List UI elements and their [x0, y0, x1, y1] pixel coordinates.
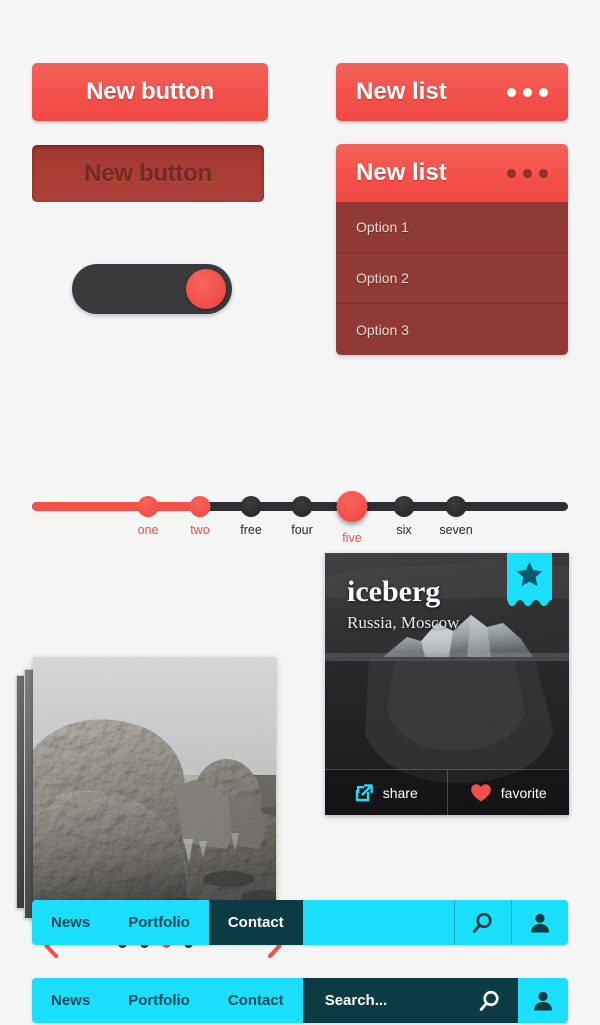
nav-item-portfolio[interactable]: Portfolio [109, 900, 209, 945]
slider-stop-one[interactable] [137, 496, 159, 517]
nav-item-contact-label: Contact [227, 914, 284, 931]
photo-carousel-image[interactable] [33, 657, 276, 921]
slider-track-fill [32, 502, 202, 511]
slider-stop-four[interactable] [291, 496, 313, 517]
ellipsis-icon[interactable] [507, 87, 548, 97]
list-item[interactable]: Option 1 [336, 202, 568, 253]
list-item[interactable]: Option 2 [336, 253, 568, 304]
iceberg-card-title: iceberg [347, 575, 441, 608]
toggle-knob[interactable] [186, 269, 226, 309]
nav-item-contact-label: Contact [227, 992, 284, 1009]
new-list-options: Option 1 Option 2 Option 3 [336, 202, 568, 355]
ribbon-scallop-edge [507, 599, 552, 606]
iceberg-card-subtitle: Russia, Moscow [347, 613, 460, 632]
nav-item-news-label: News [51, 992, 91, 1009]
new-list-expanded-header[interactable]: New list [336, 144, 568, 202]
nav-item-contact[interactable]: Contact [208, 900, 303, 945]
navbar-with-search: News Portfolio Contact Search... [32, 978, 568, 1023]
new-button-pressed-label: New button [84, 159, 212, 187]
share-button-label: share [382, 784, 418, 801]
new-list-expanded: New list Option 1 Option 2 Option 3 [336, 144, 568, 355]
navbar-spacer [303, 900, 454, 945]
nav-item-portfolio-label: Portfolio [128, 992, 190, 1009]
nav-item-contact[interactable]: Contact [209, 978, 303, 1023]
search-button[interactable] [454, 900, 511, 945]
iceberg-card[interactable]: iceberg Russia, Moscow share favorite [325, 553, 569, 815]
slider-label-two: two [190, 523, 210, 537]
slider-stop-free[interactable] [240, 496, 262, 517]
user-icon [531, 913, 549, 932]
list-item-label: Option 2 [356, 270, 409, 286]
slider-label-five: five [342, 531, 362, 545]
new-button-default[interactable]: New button [32, 63, 268, 121]
favorite-button-label: favorite [500, 784, 547, 801]
list-item-label: Option 3 [356, 321, 409, 338]
new-button-default-label: New button [86, 78, 214, 105]
bookmark-ribbon[interactable] [507, 553, 552, 606]
nav-item-news[interactable]: News [32, 900, 109, 945]
heart-icon [470, 783, 491, 801]
photo-carousel [16, 657, 296, 958]
list-item[interactable]: Option 3 [336, 304, 568, 355]
slider-stop-two[interactable] [189, 496, 211, 517]
search-input-placeholder: Search... [324, 992, 388, 1009]
list-item-label: Option 1 [356, 219, 409, 235]
nav-item-news-label: News [51, 914, 91, 931]
navbar-compact: News Portfolio Contact [32, 900, 568, 945]
share-button[interactable]: share [325, 770, 447, 815]
toggle-switch[interactable] [72, 264, 232, 314]
slider-handle-five[interactable] [336, 491, 368, 522]
nav-item-news[interactable]: News [32, 978, 109, 1023]
rocky-coast-photo [33, 657, 276, 921]
share-icon [355, 783, 373, 801]
slider-stop-six[interactable] [393, 496, 415, 517]
slider-label-four: four [291, 523, 313, 537]
new-list-expanded-title: New list [356, 159, 447, 186]
user-icon [534, 991, 553, 1010]
user-button[interactable] [518, 978, 568, 1023]
user-button[interactable] [511, 900, 568, 945]
new-list-collapsed[interactable]: New list [336, 63, 568, 121]
slider-stop-seven[interactable] [445, 496, 467, 517]
slider-label-seven: seven [439, 523, 473, 537]
new-button-pressed[interactable]: New button [32, 145, 264, 202]
iceberg-card-actions: share favorite [325, 769, 569, 815]
nav-item-portfolio-label: Portfolio [128, 914, 190, 931]
search-input[interactable]: Search... [302, 978, 519, 1023]
search-icon [472, 912, 492, 933]
star-icon [516, 562, 543, 586]
search-submit-button[interactable] [478, 989, 502, 1013]
iceberg-card-text: iceberg Russia, Moscow [347, 575, 460, 632]
new-list-collapsed-title: New list [356, 78, 447, 105]
step-slider[interactable]: one two free four five six seven [32, 485, 568, 545]
slider-label-six: six [396, 523, 412, 537]
ellipsis-icon[interactable] [507, 168, 548, 178]
nav-item-portfolio[interactable]: Portfolio [109, 978, 209, 1023]
slider-label-free: free [240, 523, 262, 537]
favorite-button[interactable]: favorite [446, 770, 570, 815]
search-icon [480, 990, 499, 1011]
slider-label-one: one [137, 523, 159, 537]
